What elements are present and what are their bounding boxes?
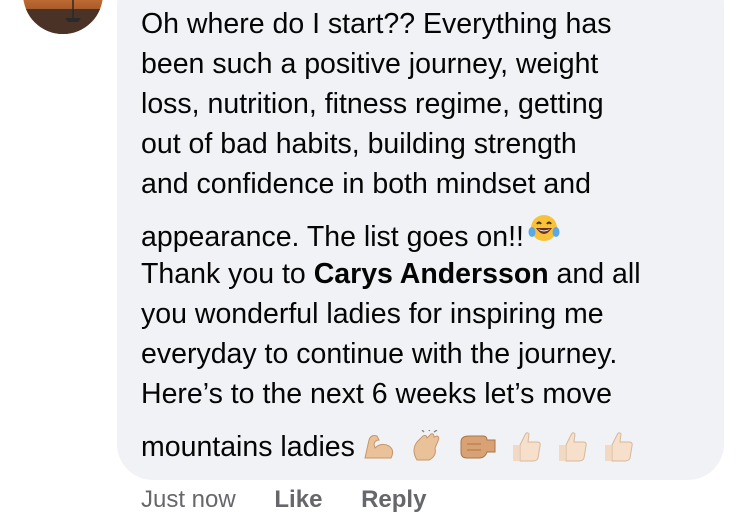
reply-button[interactable]: Reply bbox=[361, 486, 426, 513]
comment-line: out of bad habits, building strength bbox=[141, 128, 577, 160]
comment-line: been such a positive journey, weight bbox=[141, 48, 599, 80]
thumbs-up-icon bbox=[512, 432, 541, 462]
thumbs-up-icon bbox=[604, 432, 633, 462]
emoji-row bbox=[361, 419, 639, 469]
thank-suffix: and all bbox=[548, 258, 641, 290]
comment-line-text: appearance. The list goes on!! bbox=[141, 221, 524, 253]
comment-line: and confidence in both mindset and bbox=[141, 168, 591, 200]
thank-prefix: Thank you to bbox=[141, 258, 314, 290]
comment-line: you wonderful ladies for inspiring me bbox=[141, 298, 604, 330]
comment-line: loss, nutrition, fitness regime, getting bbox=[141, 88, 604, 120]
timestamp[interactable]: Just now bbox=[141, 486, 236, 513]
thumbs-up-icon bbox=[558, 432, 587, 462]
comment-text: Oh where do I start?? Everything has bee… bbox=[141, 4, 716, 464]
mention-link[interactable]: Carys Andersson bbox=[314, 258, 549, 290]
comment-line: mountains ladies bbox=[141, 414, 716, 464]
comment-line: appearance. The list goes on!! bbox=[141, 204, 716, 254]
like-button[interactable]: Like bbox=[274, 486, 322, 513]
flexed-biceps-icon bbox=[364, 434, 393, 459]
comment-actions: Just now Like Reply bbox=[141, 486, 458, 514]
comment-last-line-text: mountains ladies bbox=[141, 431, 355, 463]
laughing-tears-emoji-icon bbox=[528, 210, 560, 260]
comment-line: everyday to continue with the journey. bbox=[141, 338, 618, 370]
clapping-hands-icon bbox=[413, 428, 440, 461]
comment-line: Here’s to the next 6 weeks let’s move bbox=[141, 378, 613, 410]
comment-line: Thank you to Carys Andersson and all bbox=[141, 254, 716, 294]
left-facing-fist-icon bbox=[460, 435, 496, 459]
sunset-sailboat-image bbox=[23, 0, 103, 34]
avatar[interactable] bbox=[23, 0, 103, 34]
comment-line: Oh where do I start?? Everything has bbox=[141, 8, 612, 40]
